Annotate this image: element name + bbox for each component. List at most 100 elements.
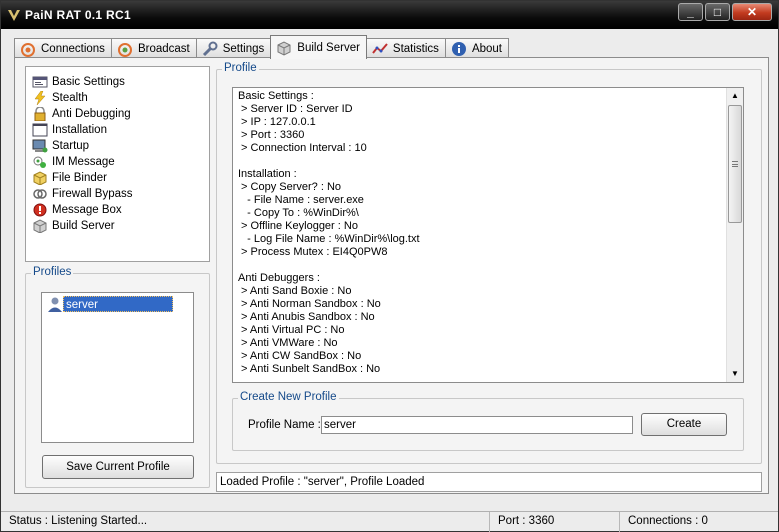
window-title: PaiN RAT 0.1 RC1 (25, 8, 131, 22)
tab-label: About (471, 43, 502, 55)
create-button[interactable]: Create (641, 413, 727, 436)
list-item-label: Build Server (52, 220, 115, 232)
list-item-firewall-bypass[interactable]: Firewall Bypass (26, 186, 209, 202)
tab-build-server[interactable]: Build Server (270, 35, 367, 59)
vertical-scrollbar[interactable]: ▲ ▼ (726, 88, 743, 382)
blank-window-icon (32, 123, 48, 137)
list-item-label: Message Box (52, 204, 122, 216)
computer-icon (32, 139, 48, 153)
profile-summary-textbox[interactable]: Basic Settings : > Server ID : Server ID… (232, 87, 744, 383)
tab-statistics[interactable]: Statistics (365, 38, 446, 59)
error-icon (33, 203, 47, 217)
settings-window-icon (32, 76, 48, 88)
status-bar: Status : Listening Started... Port : 336… (1, 511, 778, 532)
profile-item-server[interactable]: server (47, 296, 173, 312)
app-icon (8, 10, 20, 21)
create-profile-legend: Create New Profile (238, 391, 339, 403)
profile-summary-line: - Log File Name : %WinDir%\log.txt (238, 233, 420, 245)
log-output: Loaded Profile : "server", Profile Loade… (216, 472, 762, 492)
profile-summary-line: > IP : 127.0.0.1 (238, 116, 316, 128)
list-item-im-message[interactable]: IM Message (26, 154, 209, 170)
broadcast-icon (117, 43, 132, 57)
save-current-profile-button[interactable]: Save Current Profile (42, 455, 194, 479)
title-bar[interactable]: PaiN RAT 0.1 RC1 _ □ ✕ (1, 1, 778, 29)
profile-summary-line: > Anti VMWare : No (238, 337, 338, 349)
profile-summary-line: - File Name : server.exe (238, 194, 364, 206)
list-item-label: Firewall Bypass (52, 188, 133, 200)
tab-connections[interactable]: Connections (14, 38, 112, 59)
settings-category-list[interactable]: Basic Settings Stealth Anti Debugging In… (25, 66, 210, 262)
create-new-profile-group: Create New Profile Profile Name : server… (232, 391, 744, 451)
tab-about[interactable]: About (444, 38, 509, 59)
list-item-basic-settings[interactable]: Basic Settings (26, 74, 209, 90)
main-window: PaiN RAT 0.1 RC1 _ □ ✕ Connections Broad… (0, 0, 779, 532)
user-icon (48, 297, 62, 312)
box-icon (33, 219, 47, 233)
minimize-button[interactable]: _ (678, 3, 703, 21)
list-item-installation[interactable]: Installation (26, 122, 209, 138)
profile-group: Profile Basic Settings : > Server ID : S… (216, 62, 762, 464)
scrollbar-thumb[interactable] (728, 105, 742, 223)
list-item-build-server[interactable]: Build Server (26, 218, 209, 234)
profile-summary-line: > Port : 3360 (238, 129, 305, 141)
list-item-label: Startup (52, 140, 90, 152)
network-icon (33, 189, 47, 199)
profile-summary-line: > Anti Anubis Sandbox : No (238, 311, 375, 323)
profile-summary-line: > Anti Virtual PC : No (238, 324, 345, 336)
grip-icon (732, 161, 738, 167)
list-item-label: IM Message (52, 156, 115, 168)
connections-icon (21, 43, 35, 57)
list-item-startup[interactable]: Startup (26, 138, 209, 154)
profile-item-label: server (63, 296, 173, 312)
build-server-panel: Basic Settings Stealth Anti Debugging In… (14, 57, 769, 494)
list-item-file-binder[interactable]: File Binder (26, 170, 209, 186)
list-item-message-box[interactable]: Message Box (26, 202, 209, 218)
tab-settings[interactable]: Settings (195, 38, 272, 59)
tab-bar: Connections Broadcast Settings Build Ser… (14, 35, 509, 59)
profile-legend: Profile (222, 62, 259, 74)
profile-summary-line: Installation : (238, 168, 297, 180)
profile-summary-line: > Offline Keylogger : No (238, 220, 358, 232)
lock-icon (34, 107, 46, 121)
list-item-label: Installation (52, 124, 107, 136)
profile-summary-line: > Process Mutex : EI4Q0PW8 (238, 246, 388, 258)
list-item-stealth[interactable]: Stealth (26, 90, 209, 106)
profile-summary-line: - Copy To : %WinDir%\ (238, 207, 359, 219)
status-text: Status : Listening Started... (9, 515, 148, 527)
tab-broadcast[interactable]: Broadcast (110, 38, 197, 59)
tab-label: Settings (222, 43, 265, 55)
profile-summary-line: > Copy Server? : No (238, 181, 342, 193)
tab-label: Build Server (297, 41, 360, 54)
profile-summary-line: > Server ID : Server ID (238, 103, 353, 115)
scroll-up-arrow-icon[interactable]: ▲ (727, 88, 743, 104)
close-button[interactable]: ✕ (732, 3, 772, 21)
profile-summary-line: > Anti CW SandBox : No (238, 350, 362, 362)
scroll-down-arrow-icon[interactable]: ▼ (727, 366, 743, 382)
profile-summary-line: > Anti Norman Sandbox : No (238, 298, 381, 310)
profile-summary-line: > Connection Interval : 10 (238, 142, 367, 154)
port-status: Port : 3360 (489, 512, 619, 532)
profile-summary-line (238, 155, 728, 168)
profile-name-input[interactable]: server (321, 416, 633, 434)
chart-icon (372, 43, 388, 54)
cube-icon (33, 171, 47, 185)
list-item-anti-debugging[interactable]: Anti Debugging (26, 106, 209, 122)
tab-label: Statistics (392, 43, 439, 55)
tab-label: Broadcast (137, 43, 190, 55)
box-icon (277, 40, 291, 56)
list-item-label: Basic Settings (52, 76, 125, 88)
profile-name-label: Profile Name : (248, 419, 321, 431)
profiles-list[interactable]: server (41, 292, 194, 443)
info-icon (451, 42, 466, 56)
tab-label: Connections (41, 43, 105, 55)
profile-summary-line (238, 259, 728, 272)
connections-status: Connections : 0 (619, 512, 778, 532)
profile-summary-line: > Anti Sand Boxie : No (238, 285, 352, 297)
profiles-group: Profiles server Save Current Profile (25, 266, 210, 488)
profiles-legend: Profiles (31, 266, 74, 278)
profile-summary-line: Basic Settings : (238, 90, 314, 102)
list-item-label: File Binder (52, 172, 107, 184)
profile-summary-lines: Basic Settings : > Server ID : Server ID… (238, 90, 728, 376)
maximize-button[interactable]: □ (705, 3, 730, 21)
messenger-icon (33, 156, 46, 168)
